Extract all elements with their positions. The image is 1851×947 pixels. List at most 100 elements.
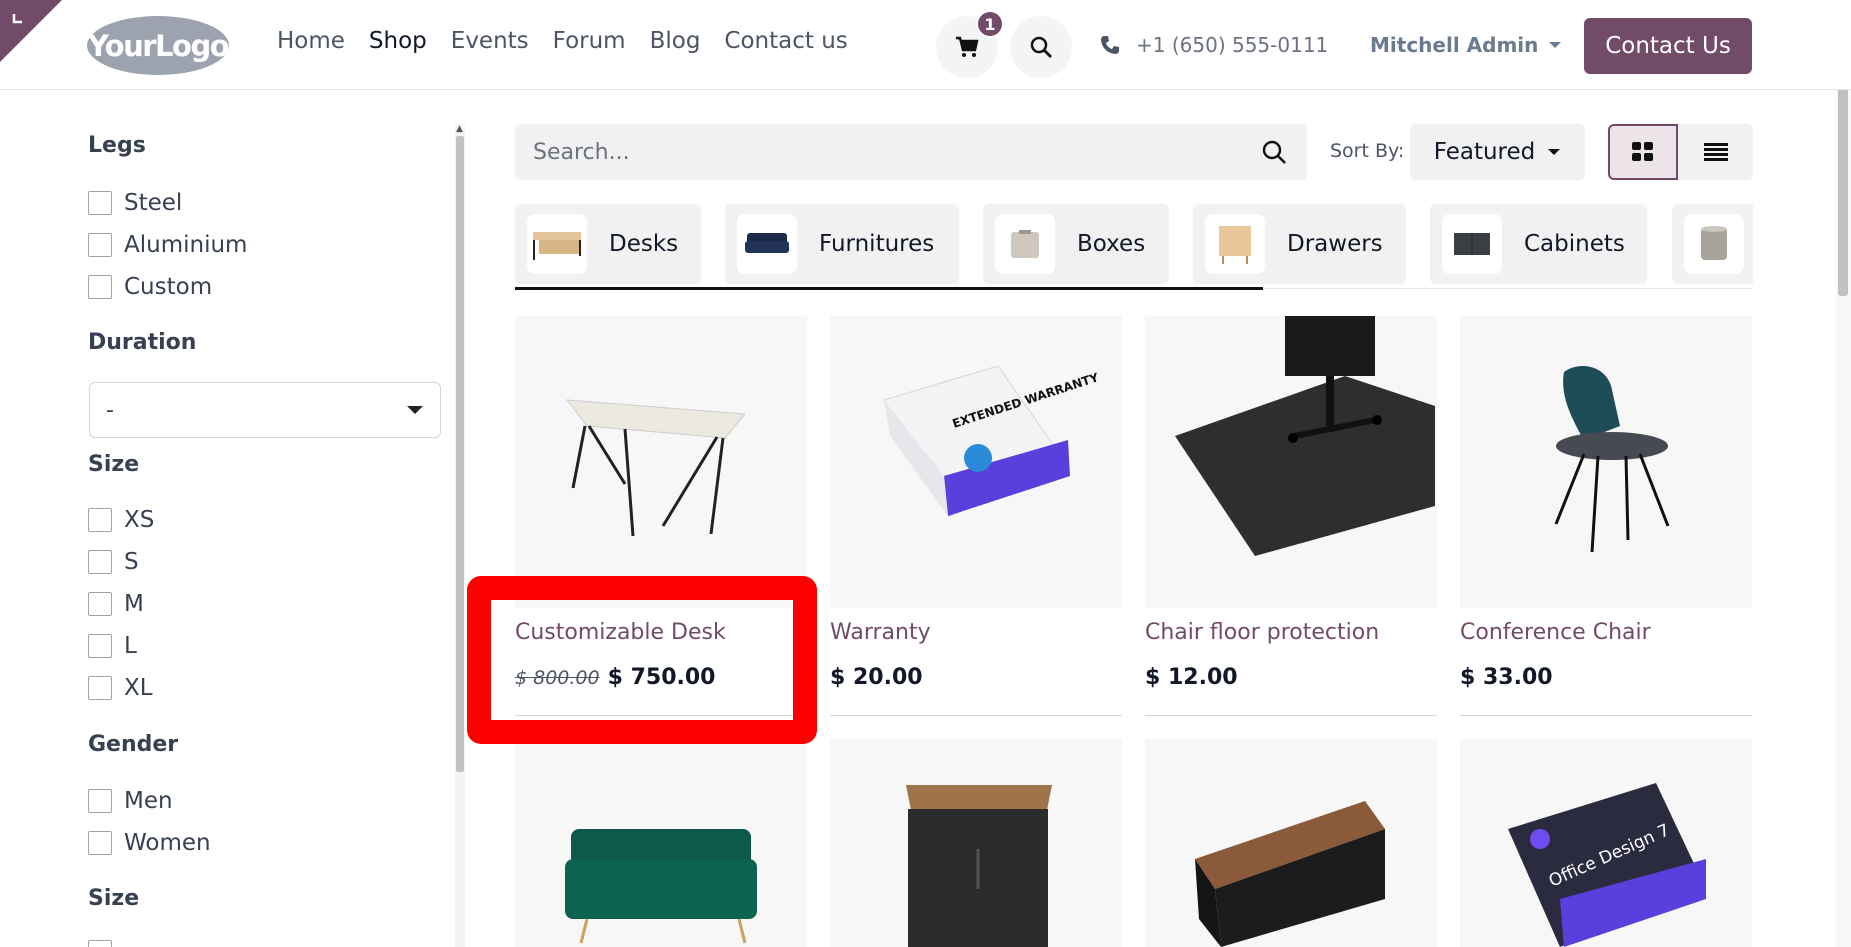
filter-option-l[interactable]: L: [88, 633, 137, 659]
product-image-warranty[interactable]: EXTENDED WARRANTY: [830, 316, 1122, 608]
category-desks[interactable]: Desks: [515, 204, 701, 284]
caret-down-icon: [1549, 42, 1562, 48]
product-search-input[interactable]: [533, 139, 1213, 165]
nav-shop[interactable]: Shop: [369, 28, 427, 54]
grid-view-button[interactable]: [1608, 124, 1678, 180]
header-search-button[interactable]: [1010, 16, 1072, 78]
checkbox[interactable]: [88, 275, 112, 299]
category-scroll-indicator[interactable]: [515, 287, 1263, 290]
product-name-warranty[interactable]: Warranty: [830, 620, 931, 645]
caret-down-icon: [407, 406, 423, 414]
product-image-cable-box[interactable]: [1145, 739, 1437, 947]
phone-number: +1 (650) 555-0111: [1136, 33, 1329, 57]
product-image-cabinet[interactable]: [830, 739, 1122, 947]
cart-icon: [956, 36, 979, 57]
checkbox[interactable]: [88, 508, 112, 532]
product-image-office-design[interactable]: Office Design 7: [1460, 739, 1752, 947]
category-furnitures[interactable]: Furnitures: [725, 204, 959, 284]
duration-selected-value: -: [106, 397, 114, 423]
checkbox[interactable]: [88, 592, 112, 616]
user-name: Mitchell Admin: [1370, 33, 1539, 57]
category-label: Desks: [609, 231, 679, 257]
category-label: Boxes: [1077, 231, 1146, 257]
product-name-conference-chair[interactable]: Conference Chair: [1460, 620, 1651, 645]
filter-option-label: Women: [124, 830, 211, 856]
user-menu[interactable]: Mitchell Admin: [1370, 33, 1562, 57]
grid-icon: [1632, 142, 1653, 161]
search-icon[interactable]: [1261, 139, 1287, 165]
sort-dropdown[interactable]: Featured: [1410, 124, 1585, 180]
caret-down-icon: [1548, 149, 1561, 155]
category-label: Drawers: [1287, 231, 1383, 257]
filter-option-xl[interactable]: XL: [88, 675, 153, 701]
nav-forum[interactable]: Forum: [553, 28, 626, 54]
list-icon: [1703, 143, 1728, 161]
category-drawers[interactable]: Drawers: [1193, 204, 1406, 284]
filter-option-label: Aluminium: [124, 232, 248, 258]
category-thumbnail: [1205, 214, 1265, 274]
product-image-sofa[interactable]: [515, 739, 807, 947]
filter-title-gender: Gender: [88, 732, 179, 757]
cart-count-badge: 1: [976, 10, 1004, 38]
category-cabinets[interactable]: Cabinets: [1430, 204, 1647, 284]
filter-option-label: S: [124, 549, 139, 575]
nav-blog[interactable]: Blog: [650, 28, 701, 54]
filter-option-s[interactable]: S: [88, 549, 139, 575]
filter-option-label: L: [124, 633, 137, 659]
phone-contact[interactable]: +1 (650) 555-0111: [1100, 33, 1328, 57]
checkbox[interactable]: [88, 676, 112, 700]
filter-option-partial[interactable]: [88, 940, 112, 947]
checkbox[interactable]: [88, 233, 112, 257]
duration-select[interactable]: -: [89, 382, 441, 438]
site-logo[interactable]: YourLogo: [87, 16, 230, 75]
filter-option-label: M: [124, 591, 144, 617]
filter-option-aluminium[interactable]: Aluminium: [88, 232, 247, 258]
contact-us-button[interactable]: Contact Us: [1584, 18, 1752, 74]
category-bins[interactable]: [1672, 204, 1753, 284]
product-search-bar: [515, 124, 1307, 180]
filter-title-size-2: Size: [88, 886, 140, 911]
category-carousel: Desks Furnitures Boxes Drawers Cabinets: [515, 204, 1753, 290]
category-thumbnail: [737, 214, 797, 274]
nav-contact-us[interactable]: Contact us: [724, 28, 847, 54]
product-name-chair-floor-protection[interactable]: Chair floor protection: [1145, 620, 1379, 645]
product-image-chair-floor-protection[interactable]: [1145, 316, 1437, 608]
category-thumbnail: [1442, 214, 1502, 274]
filter-option-custom[interactable]: Custom: [88, 274, 212, 300]
card-divider: [830, 715, 1122, 716]
product-price-warranty: $ 20.00: [830, 665, 923, 690]
product-price-chair-floor-protection: $ 12.00: [1145, 665, 1238, 690]
product-image-customizable-desk[interactable]: [515, 316, 807, 608]
category-thumbnail: [527, 214, 587, 274]
checkbox[interactable]: [88, 634, 112, 658]
scroll-up-arrow-icon[interactable]: ▲: [456, 124, 463, 134]
filter-option-xs[interactable]: XS: [88, 507, 154, 533]
product-price-conference-chair: $ 33.00: [1460, 665, 1553, 690]
filter-option-m[interactable]: M: [88, 591, 144, 617]
nav-home[interactable]: Home: [277, 28, 345, 54]
filter-title-duration: Duration: [88, 330, 197, 355]
sort-label: Sort By:: [1330, 140, 1405, 162]
filter-option-label: Steel: [124, 190, 183, 216]
checkbox[interactable]: [88, 789, 112, 813]
list-view-button[interactable]: [1678, 124, 1753, 180]
sidebar-scrollbar-thumb[interactable]: [456, 136, 464, 772]
checkbox[interactable]: [88, 831, 112, 855]
filter-option-label: XS: [124, 507, 155, 533]
highlight-annotation-box: [467, 576, 817, 744]
filter-option-label: Custom: [124, 274, 213, 300]
filter-option-steel[interactable]: Steel: [88, 190, 182, 216]
main-nav: Home Shop Events Forum Blog Contact us: [277, 28, 848, 54]
product-image-conference-chair[interactable]: [1460, 316, 1752, 608]
nav-events[interactable]: Events: [451, 28, 529, 54]
category-label: Furnitures: [819, 231, 935, 257]
corner-badge-icon: [0, 0, 62, 62]
filter-option-label: Men: [124, 788, 173, 814]
checkbox[interactable]: [88, 550, 112, 574]
filter-option-men[interactable]: Men: [88, 788, 173, 814]
page-scrollbar-thumb[interactable]: [1838, 58, 1848, 296]
checkbox[interactable]: [88, 191, 112, 215]
category-boxes[interactable]: Boxes: [983, 204, 1169, 284]
checkbox[interactable]: [88, 940, 112, 947]
filter-option-women[interactable]: Women: [88, 830, 211, 856]
